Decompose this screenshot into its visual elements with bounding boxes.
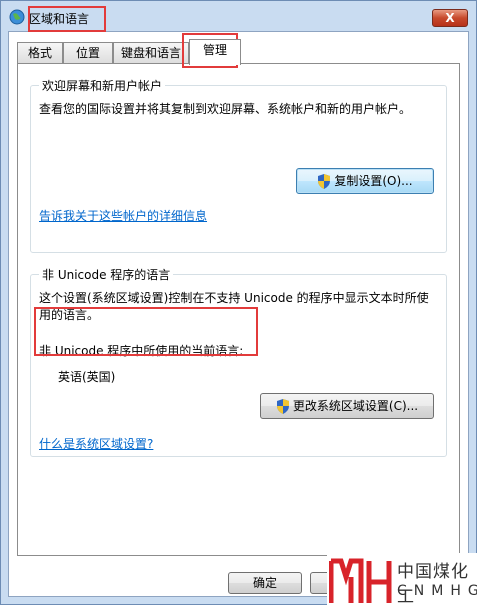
copy-settings-button[interactable]: 复制设置(O)... <box>296 168 434 194</box>
close-button[interactable]: X <box>432 9 468 27</box>
tab-administrative[interactable]: 管理 <box>189 39 241 65</box>
non-unicode-description-line1: 这个设置(系统区域设置)控制在不支持 Unicode 的程序中显示文本时所使 <box>39 291 429 305</box>
non-unicode-description-line2: 用的语言。 <box>39 308 100 322</box>
watermark-logo: 中国煤化工 CNMHG <box>327 553 477 607</box>
region-language-dialog: 区域和语言 X 格式 位置 键盘和语言 管理 欢迎屏幕和新用户帐户 查看您的国际… <box>0 0 477 607</box>
welcome-screen-group: 欢迎屏幕和新用户帐户 查看您的国际设置并将其复制到欢迎屏幕、系统帐户和新的用户帐… <box>30 77 447 253</box>
globe-icon <box>9 9 25 25</box>
cnmhg-logo-icon <box>329 558 392 603</box>
tab-label: 格式 <box>27 46 52 60</box>
copy-settings-label: 复制设置(O)... <box>334 174 413 188</box>
ok-button[interactable]: 确定 <box>228 572 302 594</box>
tab-label: 位置 <box>75 46 100 60</box>
change-system-locale-button[interactable]: 更改系统区域设置(C)... <box>260 393 434 419</box>
title-bar: 区域和语言 X <box>1 1 476 31</box>
welcome-description: 查看您的国际设置并将其复制到欢迎屏幕、系统帐户和新的用户帐户。 <box>39 102 412 116</box>
tab-keyboards-languages[interactable]: 键盘和语言 <box>113 42 189 64</box>
watermark-english-text: CNMHG <box>397 583 477 599</box>
welcome-group-title: 欢迎屏幕和新用户帐户 <box>39 77 166 94</box>
window-title: 区域和语言 <box>29 12 90 26</box>
current-language-value: 英语(英国) <box>58 370 116 384</box>
tab-label: 键盘和语言 <box>120 46 181 60</box>
watermark-chinese-text: 中国煤化工 <box>397 562 469 607</box>
tab-label: 管理 <box>202 43 227 57</box>
system-locale-help-link[interactable]: 什么是系统区域设置? <box>39 435 153 452</box>
dialog-client-area: 格式 位置 键盘和语言 管理 欢迎屏幕和新用户帐户 查看您的国际设置并将其复制到… <box>8 31 469 597</box>
uac-shield-icon <box>276 399 289 414</box>
current-language-label: 非 Unicode 程序中所使用的当前语言: <box>39 344 244 358</box>
non-unicode-group-title: 非 Unicode 程序的语言 <box>39 266 174 283</box>
account-details-link[interactable]: 告诉我关于这些帐户的详细信息 <box>39 207 207 224</box>
tab-panel-administrative: 欢迎屏幕和新用户帐户 查看您的国际设置并将其复制到欢迎屏幕、系统帐户和新的用户帐… <box>17 63 460 556</box>
ok-label: 确定 <box>252 576 277 590</box>
tab-formats[interactable]: 格式 <box>17 42 63 64</box>
change-system-locale-label: 更改系统区域设置(C)... <box>292 399 419 413</box>
non-unicode-group: 非 Unicode 程序的语言 这个设置(系统区域设置)控制在不支持 Unico… <box>30 266 447 457</box>
uac-shield-icon <box>318 174 331 189</box>
tab-location[interactable]: 位置 <box>63 42 113 64</box>
